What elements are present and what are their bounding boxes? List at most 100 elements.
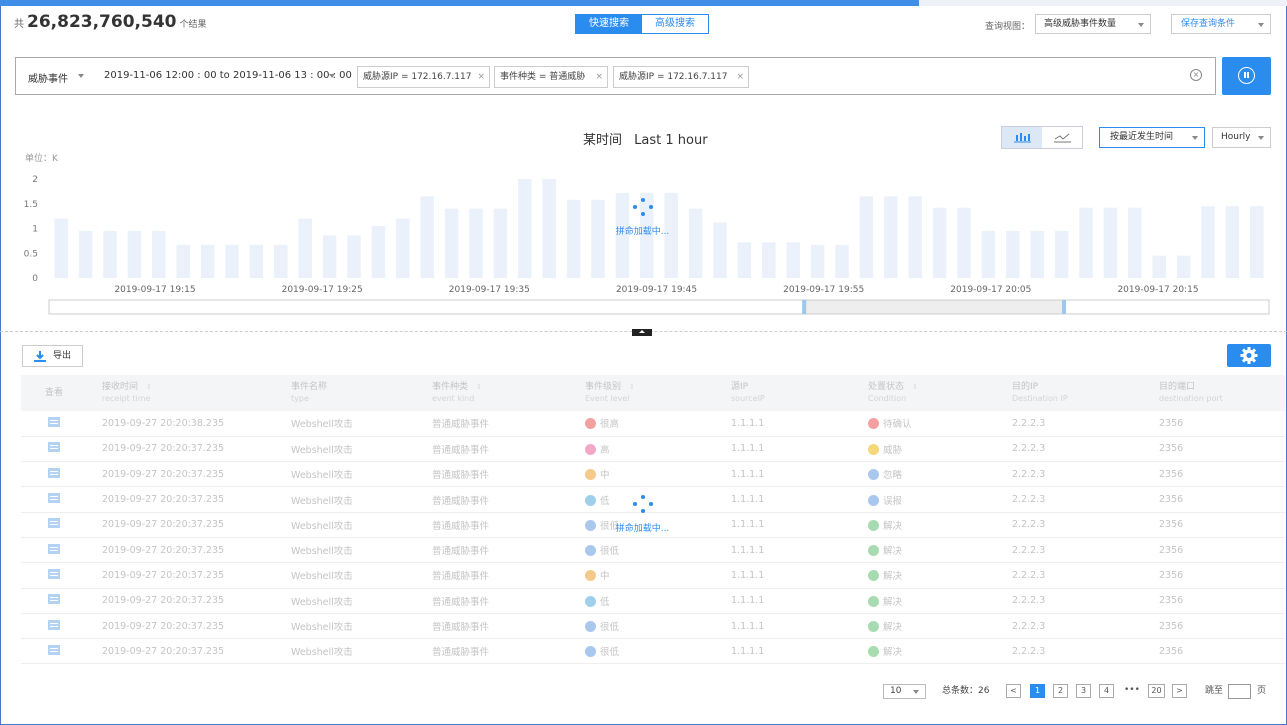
clear-search-icon[interactable]: ×	[1190, 69, 1202, 81]
x-tick-label: 2019-09-17 19:15	[114, 285, 195, 295]
query-view-select[interactable]: 高级威胁事件数量	[1035, 14, 1151, 34]
view-cell[interactable]	[21, 512, 91, 538]
destination-port-cell: 2356	[1148, 537, 1285, 564]
brush-handle	[802, 300, 807, 314]
next-page-button[interactable]: >	[1172, 684, 1187, 698]
save-query-select[interactable]: 保存查询条件	[1171, 14, 1271, 34]
status-icon	[868, 621, 879, 633]
line-chart-button[interactable]	[1042, 127, 1082, 148]
bar	[518, 179, 532, 278]
column-header[interactable]: 事件级别 ⇕ Event level	[574, 375, 720, 411]
page-button[interactable]: 2	[1053, 684, 1068, 698]
receipt-time-cell: 2019-09-27 20:20:37.235	[91, 638, 280, 665]
table-row[interactable]: 2019-09-27 20:20:37.235 Webshell攻击 普通威胁事件 很…	[21, 613, 1285, 640]
view-cell[interactable]	[21, 562, 91, 589]
page-button[interactable]: 3	[1076, 684, 1091, 698]
sort-icon[interactable]: ⇕	[146, 382, 152, 393]
view-detail-icon[interactable]	[48, 568, 60, 579]
table-row[interactable]: 2019-09-27 20:20:37.235 Webshell攻击 普通威胁事件 低…	[21, 588, 1285, 614]
close-icon[interactable]: ×	[736, 67, 744, 87]
event-kind-cell: 普通威胁事件	[421, 588, 574, 614]
destination-port-cell: 2356	[1148, 461, 1285, 488]
granularity-select[interactable]: Hourly	[1212, 127, 1271, 148]
view-cell[interactable]	[21, 436, 91, 463]
sort-icon[interactable]: ⇕	[476, 382, 482, 393]
column-header[interactable]: 事件种类 ⇕ event kind	[421, 375, 574, 411]
view-detail-icon[interactable]	[48, 442, 60, 453]
bar	[1079, 207, 1093, 278]
table-row[interactable]: 2019-09-27 20:20:37.235 Webshell攻击 普通威胁事件 很…	[21, 638, 1285, 665]
event-name-cell: Webshell攻击	[280, 613, 421, 640]
column-header[interactable]: 接收时间 ⇕ receipt time	[91, 375, 280, 411]
column-header[interactable]: 处置状态 ⇕ Condition	[857, 375, 1001, 411]
sort-icon[interactable]: ⇕	[629, 382, 635, 393]
destination-port-cell: 2356	[1148, 613, 1285, 640]
view-cell[interactable]	[21, 461, 91, 488]
collapse-chart-button[interactable]	[632, 329, 652, 336]
column-header-label: 源IP	[731, 382, 749, 392]
table-row[interactable]: 2019-09-27 20:20:37.235 Webshell攻击 普通威胁事件 中…	[21, 461, 1285, 488]
level-label: 中	[600, 470, 610, 482]
sort-value: 按最近发生时间	[1110, 132, 1174, 142]
column-header-label: 事件种类	[432, 382, 469, 392]
view-detail-icon[interactable]	[48, 493, 60, 504]
x-tick-label: 2019-09-17 19:25	[282, 285, 363, 295]
event-level-cell: 中	[574, 461, 720, 488]
destination-port-cell: 2356	[1148, 486, 1285, 513]
event-level-cell: 中	[574, 562, 720, 589]
status-icon	[868, 646, 879, 658]
source-ip-cell: 1.1.1.1	[720, 411, 857, 437]
table-row[interactable]: 2019-09-27 20:20:37.235 Webshell攻击 普通威胁事件 高…	[21, 436, 1285, 463]
table-row[interactable]: 2019-09-27 20:20:37.235 Webshell攻击 普通威胁事件 很…	[21, 537, 1285, 564]
event-kind-cell: 普通威胁事件	[421, 461, 574, 488]
view-cell[interactable]	[21, 537, 91, 564]
view-detail-icon[interactable]	[48, 543, 60, 554]
page-button[interactable]: 4	[1099, 684, 1114, 698]
status-icon	[868, 595, 879, 607]
close-icon[interactable]: ×	[595, 67, 603, 87]
tab-quick-search[interactable]: 快速搜索	[576, 15, 642, 33]
close-icon[interactable]: ×	[477, 67, 485, 87]
level-label: 低	[600, 596, 610, 608]
table-row[interactable]: 2019-09-27 20:20:38.235 Webshell攻击 普通威胁事件 很…	[21, 411, 1285, 437]
view-cell[interactable]	[21, 638, 91, 665]
event-type-select[interactable]: 威胁事件	[28, 70, 68, 85]
view-cell[interactable]	[21, 613, 91, 640]
condition-cell: 忽略	[857, 461, 1001, 488]
prev-page-button[interactable]: <	[1006, 684, 1021, 698]
view-cell[interactable]	[21, 411, 91, 437]
view-detail-icon[interactable]	[48, 467, 60, 478]
page-size-select[interactable]: 10	[883, 684, 926, 699]
bar-chart-button[interactable]	[1002, 127, 1042, 148]
view-detail-icon[interactable]	[48, 644, 60, 655]
x-tick-label: 2019-09-17 20:15	[1117, 285, 1198, 295]
view-detail-icon[interactable]	[48, 619, 60, 630]
filter-chip[interactable]: 威胁源IP = 172.16.7.117 ×	[613, 66, 749, 88]
time-range-select[interactable]: 2019-11-06 12:00 : 00 to 2019-11-06 13 :…	[104, 70, 352, 81]
page-button[interactable]: 1	[1030, 684, 1045, 698]
bar	[1103, 207, 1118, 278]
last-page-button[interactable]: 20	[1148, 684, 1165, 698]
sort-select[interactable]: 按最近发生时间	[1099, 127, 1205, 148]
table-row[interactable]: 2019-09-27 20:20:37.235 Webshell攻击 普通威胁事件 中…	[21, 562, 1285, 589]
chevron-down-icon	[1258, 136, 1264, 140]
sort-icon[interactable]: ⇕	[912, 382, 918, 393]
view-detail-icon[interactable]	[48, 594, 60, 605]
filter-chip[interactable]: 威胁源IP = 172.16.7.117 ×	[357, 66, 490, 88]
export-button[interactable]: 导出	[22, 345, 83, 367]
view-detail-icon[interactable]	[48, 518, 60, 529]
receipt-time-cell: 2019-09-27 20:20:37.235	[91, 562, 280, 589]
search-bar[interactable]: 威胁事件 2019-11-06 12:00 : 00 to 2019-11-06…	[15, 57, 1216, 95]
status-label: 忽略	[883, 470, 903, 482]
jump-page-input[interactable]	[1228, 684, 1251, 699]
y-tick-label: 0.5	[24, 249, 38, 259]
settings-button[interactable]	[1227, 344, 1271, 367]
tab-advanced-search[interactable]: 高级搜索	[642, 15, 708, 33]
bar	[322, 235, 337, 278]
filter-chip[interactable]: 事件种类 = 普通威胁 ×	[494, 66, 608, 88]
pause-button[interactable]	[1222, 57, 1271, 95]
view-cell[interactable]	[21, 486, 91, 513]
view-detail-icon[interactable]	[48, 416, 60, 427]
view-cell[interactable]	[21, 588, 91, 614]
bar	[274, 244, 288, 278]
